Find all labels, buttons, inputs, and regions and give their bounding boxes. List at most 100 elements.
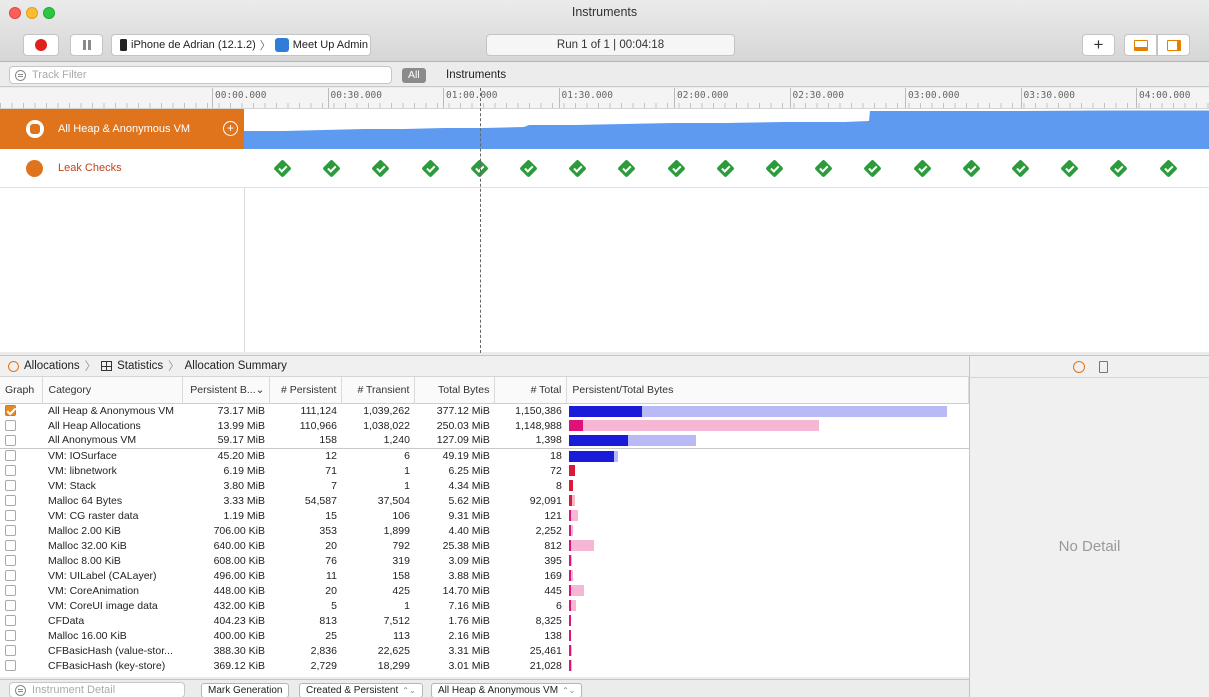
table-row[interactable]: Malloc 64 Bytes 3.33 MiB 54,587 37,504 5.62 … [0,493,969,508]
col-header-category[interactable]: Category [42,377,184,404]
toggle-detail-area-button[interactable] [1124,34,1157,56]
table-row[interactable]: CFData 404.23 KiB 813 7,512 1.76 MiB 8,325 [0,613,969,628]
leak-check-passed-icon[interactable] [519,159,538,178]
col-header-total-bytes[interactable]: Total Bytes [414,377,496,404]
allocation-type-popup[interactable]: All Heap & Anonymous VM ⌃⌄ [431,683,583,697]
table-row[interactable]: CFBasicHash (key-store) 369.12 KiB 2,729 18… [0,658,969,673]
track-add-icon[interactable]: + [223,121,238,136]
playhead-marker[interactable] [480,88,481,353]
graph-checkbox[interactable] [5,510,16,522]
heap-usage-graph[interactable] [244,109,1209,149]
table-row[interactable]: VM: Stack 3.80 MiB 7 1 4.34 MiB 8 [0,478,969,493]
col-header-persistent[interactable]: # Persistent [269,377,343,404]
table-row[interactable]: CFBasicHash (value-stor... 388.30 KiB 2,83… [0,643,969,658]
toggle-inspector-button[interactable] [1157,34,1190,56]
category-cell: Malloc 16.00 KiB [47,629,127,642]
transient-count-cell: 6 [404,449,410,462]
time-ruler[interactable]: 00:00.000 00:30.000 01:00.000 01:30.000 02:0… [0,88,1209,109]
instrument-detail-filter-input[interactable]: Instrument Detail [9,682,185,697]
transient-count-cell: 106 [392,509,410,522]
leak-checks-row[interactable] [244,149,1209,188]
graph-checkbox[interactable] [5,585,16,597]
ruler-tick-label: 03:30.000 [1020,88,1075,109]
track-heap-label[interactable]: All Heap & Anonymous VM + [0,109,244,149]
table-row[interactable]: VM: libnetwork 6.19 MiB 71 1 6.25 MiB 72 [0,463,969,478]
graph-checkbox[interactable] [5,434,16,446]
graph-checkbox[interactable] [5,420,16,432]
table-row[interactable]: Malloc 2.00 KiB 706.00 KiB 353 1,899 4.40 Mi… [0,523,969,538]
table-row[interactable]: VM: UILabel (CALayer) 496.00 KiB 11 158 3.88… [0,568,969,583]
track-area: All Heap & Anonymous VM + Leak Checks [0,109,1209,352]
category-cell: VM: CoreUI image data [47,599,158,612]
crumb-allocations[interactable]: Allocations [24,360,80,372]
table-row[interactable]: VM: IOSurface 45.20 MiB 12 6 49.19 MiB 18 [0,448,969,463]
persistent-total-bar-cell [567,598,969,613]
leak-check-passed-icon[interactable] [912,159,932,178]
extended-detail-icon[interactable] [1073,361,1085,373]
leak-check-passed-icon[interactable] [322,159,341,178]
leak-check-passed-icon[interactable] [666,159,686,178]
leak-check-passed-icon[interactable] [273,159,292,178]
pause-button[interactable] [70,34,103,56]
leak-check-passed-icon[interactable] [371,159,391,178]
persistent-total-bar-cell [567,628,969,643]
mark-generation-button[interactable]: Mark Generation [201,683,290,697]
table-row[interactable]: Malloc 16.00 KiB 400.00 KiB 25 113 2.16 MiB 1… [0,628,969,643]
leak-check-passed-icon[interactable] [814,159,833,178]
graph-checkbox[interactable] [5,540,16,552]
leak-check-passed-icon[interactable] [863,159,883,178]
track-leaks-label[interactable]: Leak Checks [0,149,244,188]
persistent-total-bar-cell [567,493,969,508]
graph-checkbox[interactable] [5,555,16,567]
document-icon[interactable] [1099,361,1108,373]
leak-check-passed-icon[interactable] [962,159,981,178]
table-row[interactable]: Malloc 32.00 KiB 640.00 KiB 20 792 25.38 MiB… [0,538,969,553]
graph-checkbox[interactable] [5,570,16,582]
col-header-transient[interactable]: # Transient [341,377,416,404]
col-header-persistent-total-bytes[interactable]: Persistent/Total Bytes [566,377,969,404]
graph-checkbox[interactable] [5,615,16,627]
window-title: Instruments [571,5,638,19]
col-header-graph[interactable]: Graph [0,377,44,404]
target-selector[interactable]: iPhone de Adrian (12.1.2) 〉 Meet Up Admi… [111,34,371,56]
graph-checkbox[interactable] [5,645,16,657]
graph-checkbox[interactable] [5,525,16,537]
record-button[interactable] [23,34,59,56]
lifespan-popup[interactable]: Created & Persistent ⌃⌄ [299,683,423,697]
graph-checkbox[interactable] [5,630,16,642]
table-row[interactable]: VM: CG raster data 1.19 MiB 15 106 9.31 MiB 1… [0,508,969,523]
instruments-scope-label[interactable]: Instruments [446,69,506,81]
leak-check-passed-icon[interactable] [765,159,784,178]
add-instrument-button[interactable]: + [1082,34,1115,56]
ruler-tick-label: 02:00.000 [674,88,728,109]
leak-check-passed-icon[interactable] [1158,159,1178,178]
graph-checkbox[interactable] [5,660,16,672]
leak-check-passed-icon[interactable] [716,159,735,178]
graph-checkbox[interactable] [5,405,16,417]
graph-checkbox[interactable] [5,450,16,462]
leak-check-passed-icon[interactable] [1011,159,1030,178]
leak-check-passed-icon[interactable] [420,159,440,178]
persistent-bytes-bar [568,465,575,476]
leak-check-passed-icon[interactable] [568,159,587,178]
table-row[interactable]: All Heap Allocations 13.99 MiB 110,966 1,03… [0,418,969,433]
crumb-allocation-summary[interactable]: Allocation Summary [185,360,287,372]
leak-check-passed-icon[interactable] [1109,159,1129,178]
persistent-bytes-cell: 400.00 KiB [213,629,265,642]
leak-check-passed-icon[interactable] [1060,159,1079,178]
col-header-total[interactable]: # Total [494,377,568,404]
table-row[interactable]: All Anonymous VM 59.17 MiB 158 1,240 127.09 … [0,433,969,449]
crumb-statistics[interactable]: Statistics [117,360,163,372]
table-row[interactable]: VM: CoreUI image data 432.00 KiB 5 1 7.16 Mi… [0,598,969,613]
track-filter-input[interactable]: Track Filter [9,66,392,84]
leak-check-passed-icon[interactable] [617,159,637,178]
graph-checkbox[interactable] [5,465,16,477]
col-header-persistent-bytes[interactable]: Persistent B...⌄ [182,377,271,404]
graph-checkbox[interactable] [5,495,16,507]
table-row[interactable]: All Heap & Anonymous VM 73.17 MiB 111,124 1… [0,403,969,418]
all-scope-chip[interactable]: All [402,68,426,83]
graph-checkbox[interactable] [5,480,16,492]
graph-checkbox[interactable] [5,600,16,612]
table-row[interactable]: Malloc 8.00 KiB 608.00 KiB 76 319 3.09 MiB 39… [0,553,969,568]
table-row[interactable]: VM: CoreAnimation 448.00 KiB 20 425 14.70 Mi… [0,583,969,598]
